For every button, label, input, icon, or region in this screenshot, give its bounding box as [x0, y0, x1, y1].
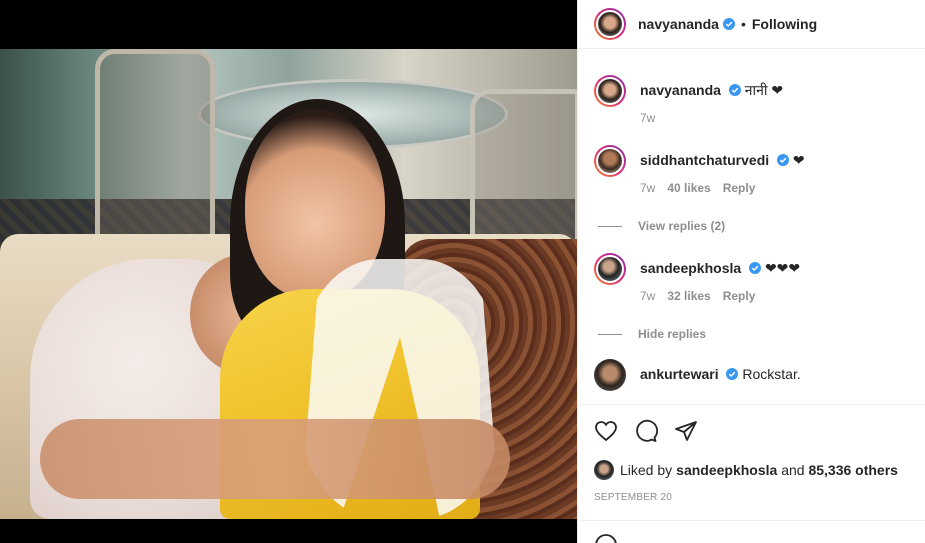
- comment-time[interactable]: 7w: [640, 179, 655, 197]
- comment-item: ankurtewari Rockstar.: [594, 343, 910, 391]
- comment-time[interactable]: 7w: [640, 109, 655, 127]
- heart-icon[interactable]: [594, 419, 618, 443]
- instagram-post: navyananda • Following navyananda नानी ❤…: [0, 0, 925, 543]
- post-header: navyananda • Following: [578, 0, 925, 49]
- comment-avatar[interactable]: [594, 359, 626, 391]
- comment-time[interactable]: 7w: [640, 287, 655, 305]
- post-date[interactable]: SEPTEMBER 20: [594, 492, 910, 503]
- photo-chair-left: [95, 49, 215, 249]
- replies-toggle-label: View replies (2): [638, 219, 726, 233]
- comment-item: sandeepkhosla ❤❤❤ 7w 32 likes Reply Hide…: [594, 235, 910, 343]
- likes-summary: Liked by sandeepkhosla and 85,336 others: [594, 460, 910, 480]
- view-replies-button[interactable]: View replies (2): [598, 217, 805, 235]
- comment-avatar[interactable]: [594, 75, 626, 107]
- comment-avatar[interactable]: [594, 145, 626, 177]
- replies-line: [598, 225, 622, 227]
- header-avatar[interactable]: [594, 8, 626, 40]
- share-icon[interactable]: [674, 419, 698, 443]
- comment-text: नानी ❤: [744, 82, 784, 98]
- following-button[interactable]: Following: [752, 16, 817, 32]
- liker-username[interactable]: sandeepkhosla: [676, 462, 777, 478]
- replies-toggle-label: Hide replies: [638, 327, 707, 341]
- add-comment-bar: [578, 520, 925, 543]
- comment-username[interactable]: navyananda: [640, 82, 721, 98]
- verified-badge-icon: [726, 368, 739, 380]
- post-sidebar: navyananda • Following navyananda नानी ❤…: [577, 0, 925, 543]
- verified-badge-icon: [728, 84, 741, 96]
- emoji-icon[interactable]: [594, 533, 618, 543]
- reply-button[interactable]: Reply: [723, 287, 756, 305]
- comment-text: ❤❤❤: [764, 260, 801, 276]
- action-icons: [594, 405, 910, 457]
- comment-item: siddhantchaturvedi ❤ 7w 40 likes Reply V…: [594, 127, 910, 235]
- comment-username[interactable]: siddhantchaturvedi: [640, 152, 769, 168]
- photo-hugging-arms: [40, 419, 510, 499]
- hide-replies-button[interactable]: Hide replies: [598, 325, 800, 343]
- comment-username[interactable]: ankurtewari: [640, 366, 719, 382]
- comments-list[interactable]: navyananda नानी ❤ 7w siddhantchaturvedi …: [578, 49, 925, 404]
- comment-likes[interactable]: 40 likes: [667, 179, 710, 197]
- comment-text: ❤: [792, 152, 805, 168]
- post-photo[interactable]: [0, 49, 577, 519]
- separator-dot: •: [740, 16, 746, 32]
- header-username[interactable]: navyananda: [638, 16, 719, 32]
- comment-text: Rockstar.: [742, 366, 801, 382]
- post-actions: Liked by sandeepkhosla and 85,336 others…: [578, 404, 925, 520]
- post-media[interactable]: [0, 0, 577, 543]
- reply-button[interactable]: Reply: [723, 179, 756, 197]
- replies-line: [598, 333, 622, 335]
- comment-likes[interactable]: 32 likes: [667, 287, 710, 305]
- liker-avatar[interactable]: [594, 460, 614, 480]
- likes-and: and: [777, 462, 809, 478]
- comment-icon[interactable]: [634, 419, 658, 443]
- comment-username[interactable]: sandeepkhosla: [640, 260, 741, 276]
- verified-badge-icon: [749, 262, 762, 274]
- comment-avatar[interactable]: [594, 253, 626, 285]
- verified-badge-icon: [777, 154, 790, 166]
- verified-badge-icon: [722, 18, 735, 30]
- likes-prefix: Liked by: [620, 462, 673, 478]
- likes-count-button[interactable]: 85,336 others: [808, 462, 898, 478]
- comment-item-caption: navyananda नानी ❤ 7w: [594, 49, 910, 127]
